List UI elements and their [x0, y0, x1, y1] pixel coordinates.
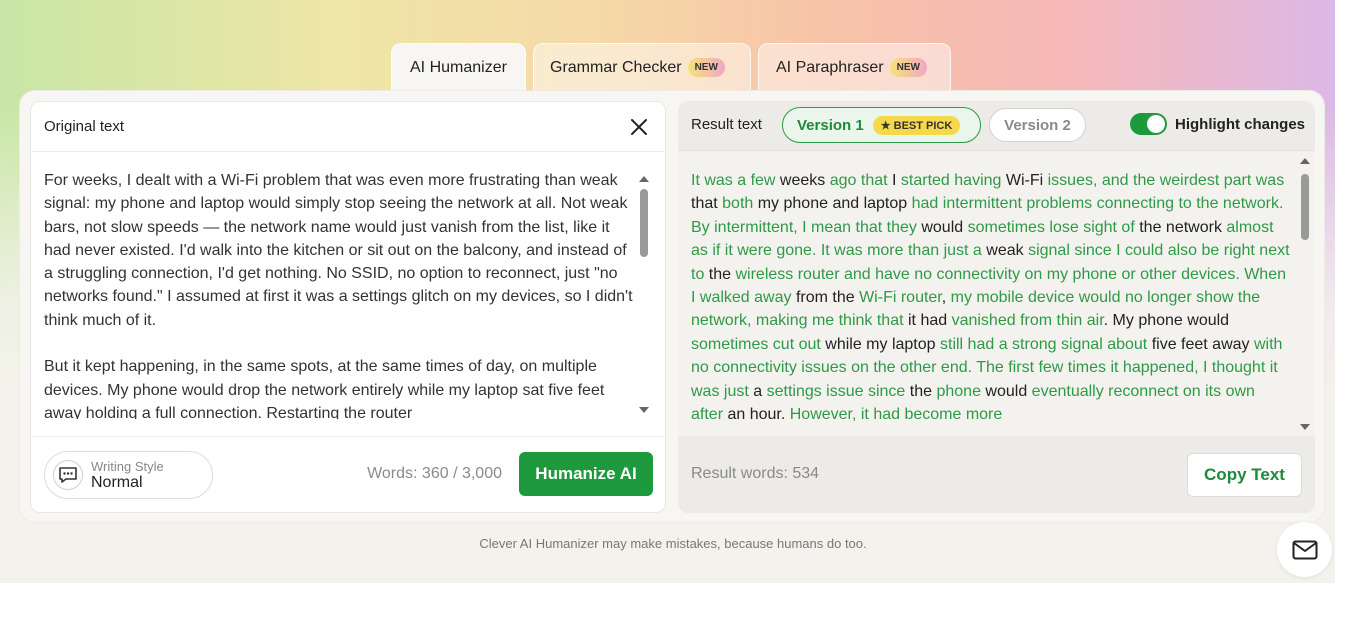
tab-grammar-checker[interactable]: Grammar Checker NEW [533, 43, 751, 91]
chat-bubble-icon [53, 460, 83, 490]
version-2-tab[interactable]: Version 2 [989, 108, 1086, 142]
original-text-area[interactable]: For weeks, I dealt with a Wi-Fi problem … [44, 169, 634, 419]
tab-ai-humanizer[interactable]: AI Humanizer [391, 43, 526, 91]
result-scrollbar[interactable] [1297, 154, 1313, 434]
changed-text-segment: Wi-Fi router [859, 289, 942, 307]
input-panel-footer: Writing Style Normal Words: 360 / 3,000 … [31, 436, 665, 512]
writing-style-label: Writing Style [91, 458, 164, 474]
changed-text-segment: sometimes cut out [691, 335, 821, 353]
unchanged-text-segment: the [704, 265, 736, 283]
input-panel: Original text For weeks, I dealt with a … [30, 101, 666, 513]
unchanged-text-segment: five feet away [1147, 335, 1254, 353]
version-1-label: Version 1 [797, 116, 864, 134]
tab-label: Grammar Checker [550, 58, 682, 76]
unchanged-text-segment: it had [903, 312, 952, 330]
changed-text-segment: phone [936, 382, 981, 400]
unchanged-text-segment: , [941, 289, 951, 307]
changed-text-segment: However, it had become more [789, 406, 1003, 424]
tab-label: AI Paraphraser [776, 58, 884, 76]
close-icon [631, 118, 647, 135]
changed-text-segment: issues, and the weirdest part was [1047, 172, 1285, 189]
scrollbar-thumb[interactable] [1301, 174, 1309, 240]
changed-text-segment: vanished from thin air [951, 312, 1104, 330]
highlight-changes-toggle[interactable] [1130, 113, 1167, 135]
highlight-changes-label: Highlight changes [1175, 116, 1306, 133]
humanize-button[interactable]: Humanize AI [519, 452, 653, 496]
changed-text-segment: still had a strong signal about [940, 335, 1148, 353]
contact-mail-button[interactable] [1277, 522, 1332, 577]
input-panel-title: Original text [44, 118, 125, 135]
new-badge: NEW [687, 58, 725, 77]
unchanged-text-segment: weak [981, 242, 1029, 260]
result-text-area: It was a few weeks ago that I started ha… [678, 150, 1315, 436]
original-paragraph: But it kept happening, in the same spots… [44, 358, 605, 419]
unchanged-text-segment: my phone and laptop [753, 195, 912, 213]
scroll-up-arrow[interactable] [1300, 158, 1310, 164]
tab-label: AI Humanizer [410, 58, 507, 76]
unchanged-text-segment: the [905, 382, 937, 400]
changed-text-segment: sometimes lose sight of [967, 218, 1135, 236]
unchanged-text-segment: Wi-Fi [1001, 172, 1048, 189]
unchanged-text-segment: . My phone would [1103, 312, 1230, 330]
result-panel-title: Result text [691, 116, 762, 133]
unchanged-text-segment: I [887, 172, 901, 189]
unchanged-text-segment: that [691, 195, 723, 213]
input-scrollbar[interactable] [636, 172, 652, 417]
unchanged-text-segment: a [748, 382, 767, 400]
copy-text-button[interactable]: Copy Text [1187, 453, 1302, 497]
result-panel: Result text Version 1 ★ BEST PICK Versio… [678, 101, 1315, 513]
scroll-down-arrow[interactable] [639, 407, 649, 413]
scrollbar-thumb[interactable] [640, 189, 648, 257]
result-panel-header: Result text Version 1 ★ BEST PICK Versio… [678, 101, 1315, 149]
tool-tabs: AI Humanizer Grammar Checker NEW AI Para… [391, 43, 951, 91]
changed-text-segment: both [722, 195, 754, 213]
toggle-knob [1147, 115, 1165, 133]
unchanged-text-segment: would [980, 382, 1032, 400]
best-pick-badge: ★ BEST PICK [872, 115, 961, 135]
result-word-count: Result words: 534 [691, 465, 820, 482]
input-panel-header: Original text [31, 102, 665, 152]
changed-text-segment: ago that [829, 172, 888, 189]
scroll-up-arrow[interactable] [639, 176, 649, 182]
result-text: It was a few weeks ago that I started ha… [691, 169, 1291, 435]
tab-ai-paraphraser[interactable]: AI Paraphraser NEW [758, 43, 951, 91]
unchanged-text-segment: from the [791, 289, 860, 307]
scroll-down-arrow[interactable] [1300, 424, 1310, 430]
writing-style-value: Normal [91, 473, 143, 491]
disclaimer-text: Clever AI Humanizer may make mistakes, b… [479, 536, 867, 551]
writing-style-selector[interactable]: Writing Style Normal [44, 451, 213, 499]
unchanged-text-segment: the network [1134, 218, 1227, 236]
changed-text-segment: settings issue since [766, 382, 906, 400]
changed-text-segment: It was a few [691, 172, 776, 189]
new-badge: NEW [889, 58, 927, 77]
unchanged-text-segment: weeks [775, 172, 830, 189]
unchanged-text-segment: would [916, 218, 968, 236]
word-count: Words: 360 / 3,000 [367, 465, 502, 482]
mail-icon [1292, 540, 1317, 559]
clear-text-button[interactable] [627, 115, 651, 139]
version-1-tab[interactable]: Version 1 ★ BEST PICK [782, 107, 981, 143]
unchanged-text-segment: while my laptop [820, 335, 940, 353]
original-paragraph: For weeks, I dealt with a Wi-Fi problem … [44, 172, 633, 329]
changed-text-segment: started having [900, 172, 1002, 189]
unchanged-text-segment: an hour. [723, 406, 790, 424]
